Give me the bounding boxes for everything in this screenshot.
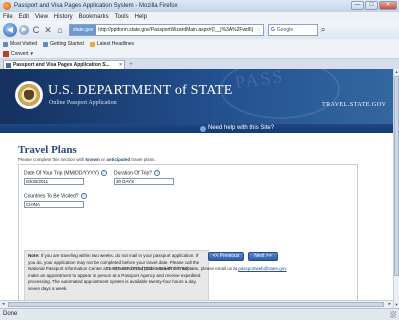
status-bar: Done — [0, 308, 399, 320]
chevron-down-icon[interactable]: ▾ — [31, 51, 34, 57]
page-favicon-icon — [6, 62, 11, 68]
duration-field[interactable]: 30 DAYS — [114, 178, 174, 185]
url-bar[interactable]: state.gov http://pptform.state.gov/Passp… — [69, 24, 264, 36]
back-arrow-icon[interactable]: ◀ — [3, 23, 17, 37]
bookmark-label: Getting Started — [50, 41, 84, 47]
tab-strip: Passport and Visa Pages Application S...… — [0, 59, 399, 69]
travel-plans-form: Date Of Your Trip (MM/DD/YYYY)? 03/30/20… — [18, 164, 358, 308]
page-instructions: Please complete this section with known … — [18, 157, 156, 162]
duration-label: Duration Of Trip?? — [114, 170, 161, 177]
footer-text: To report technical problems with this w… — [106, 266, 239, 271]
site-subtitle: Online Passport Application — [49, 100, 117, 106]
bookmark-icon — [43, 41, 49, 47]
bookmark-label: Most Visited — [10, 41, 38, 47]
minimize-button[interactable]: — — [351, 1, 364, 10]
scroll-right-icon[interactable]: ▸ — [388, 301, 391, 307]
stop-icon[interactable]: ✕ — [43, 25, 53, 35]
next-button[interactable]: Next >> — [248, 252, 278, 261]
convert-button[interactable]: Convert — [11, 51, 29, 57]
countries-label: Countries To Be Visited?? — [24, 193, 87, 200]
scroll-up-icon[interactable]: ▲ — [394, 69, 399, 75]
help-link[interactable]: Need help with this Site? — [200, 124, 274, 133]
pdf-convert-icon — [3, 50, 9, 57]
horizontal-scroll-thumb[interactable] — [8, 302, 384, 307]
vertical-scrollbar[interactable]: ▲ ▼ — [393, 69, 399, 308]
countries-field[interactable]: CHINA — [24, 201, 84, 208]
forward-arrow-icon[interactable]: ▶ — [19, 25, 29, 35]
menu-edit[interactable]: Edit — [19, 14, 29, 20]
search-icon[interactable]: ⌕ — [321, 25, 325, 35]
horizontal-scrollbar[interactable]: ◂ ▸ — [0, 300, 393, 308]
window-controls: — □ ✕ — [351, 1, 397, 10]
help-question-icon[interactable]: ? — [154, 170, 161, 176]
status-text: Done — [3, 311, 18, 317]
rss-icon — [89, 41, 95, 47]
site-identity-button[interactable]: state.gov — [70, 25, 97, 35]
menu-tools[interactable]: Tools — [115, 14, 129, 20]
menu-view[interactable]: View — [35, 14, 48, 20]
page-viewport: PASS U.S. DEPARTMENT of STATE Online Pas… — [0, 69, 393, 308]
resize-grip-icon[interactable] — [390, 311, 396, 318]
navigation-toolbar: ◀ ▶ C ✕ ⌂ state.gov http://pptform.state… — [0, 21, 399, 39]
bookmark-icon — [3, 41, 8, 47]
bookmarks-toolbar: Most Visited Getting Started Latest Head… — [0, 39, 399, 49]
department-title: U.S. DEPARTMENT of STATE — [48, 83, 233, 98]
menu-file[interactable]: File — [3, 14, 13, 20]
support-email-link[interactable]: passportweb@state.gov — [238, 266, 286, 271]
maximize-button[interactable]: □ — [365, 1, 378, 10]
help-icon — [200, 125, 206, 132]
site-header: PASS U.S. DEPARTMENT of STATE Online Pas… — [0, 69, 393, 133]
trip-date-field[interactable]: 03/30/2011 — [24, 178, 84, 185]
scroll-left-icon[interactable]: ◂ — [2, 301, 5, 307]
help-question-icon[interactable]: ? — [100, 170, 107, 176]
convert-toolbar: Convert ▾ — [0, 49, 399, 59]
search-input[interactable]: G Google — [268, 24, 318, 36]
help-question-icon[interactable]: ? — [80, 193, 87, 199]
close-window-button[interactable]: ✕ — [379, 1, 397, 10]
tab-passport-application[interactable]: Passport and Visa Pages Application S...… — [3, 60, 125, 69]
bookmark-label: Latest Headlines — [96, 41, 135, 47]
state-seal-icon — [15, 81, 43, 109]
close-tab-icon[interactable]: × — [119, 62, 122, 68]
menu-bookmarks[interactable]: Bookmarks — [79, 14, 109, 20]
tab-label: Passport and Visa Pages Application S... — [13, 62, 110, 68]
travel-gov-link[interactable]: TRAVEL.STATE.GOV — [322, 102, 386, 108]
previous-button[interactable]: << Previous — [208, 252, 244, 261]
reload-icon[interactable]: C — [31, 25, 41, 35]
page-title: Travel Plans — [18, 144, 77, 156]
help-bar: Need help with this Site? — [0, 124, 393, 133]
trip-date-label: Date Of Your Trip (MM/DD/YYYY)? — [24, 170, 107, 177]
bookmark-star-icon[interactable]: ☆ — [255, 27, 263, 33]
home-icon[interactable]: ⌂ — [55, 25, 65, 35]
window-title: Passport and Visa Pages Application Syst… — [14, 3, 178, 9]
bookmark-getting-started[interactable]: Getting Started — [43, 41, 84, 47]
menu-bar: File Edit View History Bookmarks Tools H… — [0, 12, 399, 21]
menu-history[interactable]: History — [54, 14, 73, 20]
bookmark-most-visited[interactable]: Most Visited — [3, 41, 37, 47]
help-label: Need help with this Site? — [208, 125, 275, 131]
new-tab-button[interactable]: + — [126, 61, 136, 69]
firefox-icon — [3, 2, 11, 10]
url-text[interactable]: http://pptform.state.gov/PassportWizardM… — [96, 27, 254, 33]
menu-help[interactable]: Help — [135, 14, 147, 20]
window-titlebar: Passport and Visa Pages Application Syst… — [0, 0, 399, 12]
vertical-scroll-thumb[interactable] — [394, 76, 399, 276]
bookmark-latest-headlines[interactable]: Latest Headlines — [89, 41, 135, 47]
google-icon: G — [271, 27, 275, 33]
page-footer: To report technical problems with this w… — [0, 266, 393, 271]
travel-note: Note: If you are traveling within two we… — [24, 250, 209, 303]
search-placeholder: Google — [276, 27, 294, 33]
